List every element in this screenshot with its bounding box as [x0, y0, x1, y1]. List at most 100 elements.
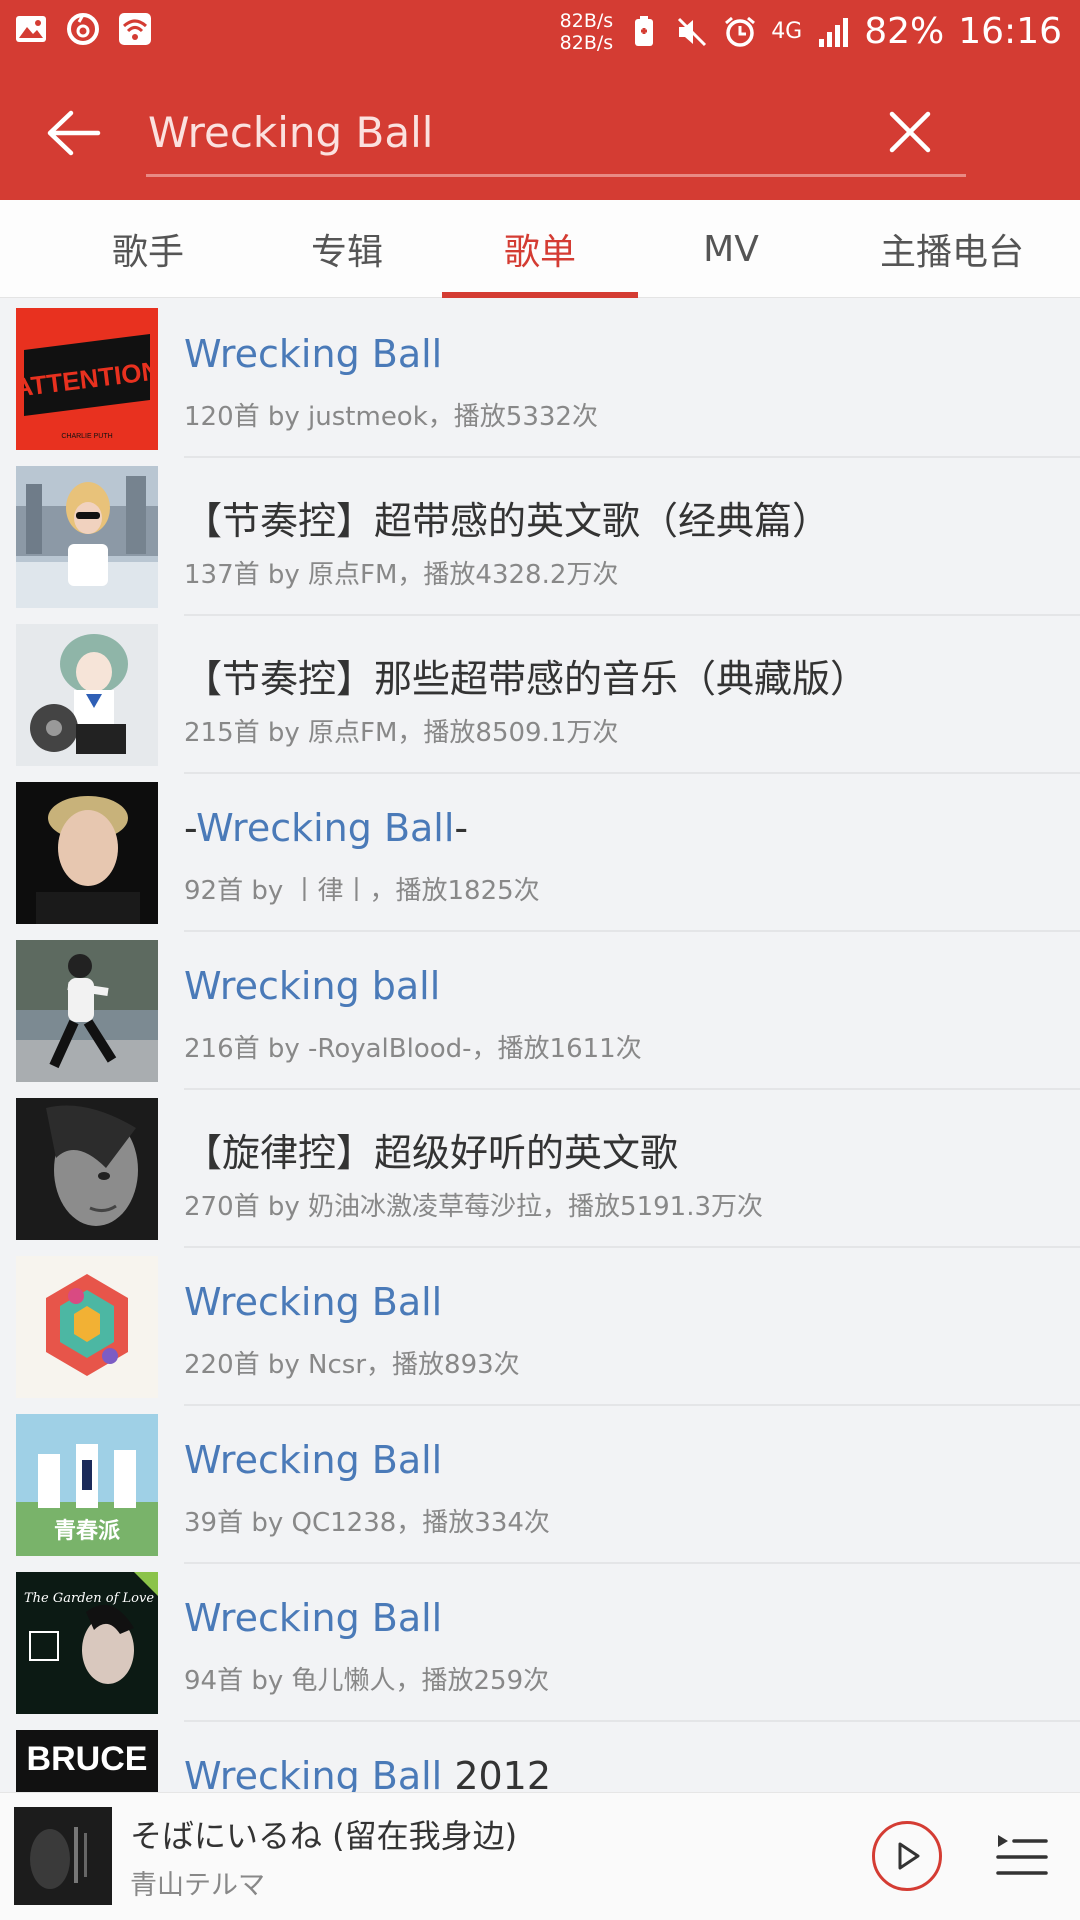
net-speed-down: 82B/s [559, 32, 614, 54]
tab-singer[interactable]: 歌手 [44, 200, 252, 298]
playlist-meta: 92首 by 丨律丨，播放1825次 [184, 876, 540, 906]
playlist-cover [16, 1256, 158, 1398]
playlist-meta: 120首 by justmeok，播放5332次 [184, 402, 598, 432]
playlist-meta: 270首 by 奶油冰激凌草莓沙拉，播放5191.3万次 [184, 1192, 764, 1222]
tab-album[interactable]: 专辑 [252, 200, 442, 298]
close-icon [889, 111, 931, 153]
list-item[interactable]: The Garden of Love Wrecking Ball 94首 by … [0, 1564, 1080, 1722]
playlist-cover [16, 466, 158, 608]
back-button[interactable] [36, 100, 110, 166]
playlist-cover [16, 940, 158, 1082]
cover-text-garden: The Garden of Love [24, 1591, 154, 1606]
cover-image [16, 624, 158, 766]
status-bar: 82B/s 82B/s 4G 82% 16:16 [0, 0, 1080, 64]
playlist-cover: ATTENTION CHARLIE PUTH [16, 308, 158, 450]
cover-image: The Garden of Love [16, 1572, 158, 1714]
title-highlight: Wrecking Ball [184, 1280, 443, 1324]
playlist-meta: 94首 by 龟儿懒人，播放259次 [184, 1666, 550, 1696]
status-left [14, 12, 152, 46]
playlist-meta: 220首 by Ncsr，播放893次 [184, 1350, 520, 1380]
title-highlight: Wrecking Ball [184, 332, 443, 376]
title-highlight: Wrecking Ball [184, 1438, 443, 1482]
playlist-cover: 青春派 [16, 1414, 158, 1556]
mini-player[interactable]: そばにいるね (留在我身边) 青山テルマ [0, 1792, 1080, 1920]
alarm-icon [725, 16, 756, 47]
playlist-queue-icon [996, 1835, 1048, 1875]
cover-image: ATTENTION CHARLIE PUTH [16, 308, 158, 450]
wifi-icon [119, 13, 151, 45]
tab-mv[interactable]: MV [638, 200, 824, 298]
cover-image [16, 940, 158, 1082]
list-item[interactable]: Wrecking Ball 220首 by Ncsr，播放893次 [0, 1248, 1080, 1406]
image-icon [16, 16, 46, 42]
clock: 16:16 [958, 11, 1062, 52]
playlist-cover [16, 1098, 158, 1240]
title-prefix: 【节奏控】超带感的英文歌（经典篇） [184, 499, 831, 543]
title-highlight: Wrecking Ball [184, 1596, 443, 1640]
title-highlight: Wrecking Ball [196, 806, 455, 850]
back-arrow-icon [47, 110, 101, 156]
title-suffix: - [454, 806, 469, 850]
playlist-cover [16, 624, 158, 766]
battery-level: 82% [864, 11, 945, 52]
list-item[interactable]: -Wrecking Ball- 92首 by 丨律丨，播放1825次 [0, 774, 1080, 932]
status-right: 82B/s 82B/s 4G 82% 16:16 [560, 8, 1062, 56]
category-tabs: 歌手 专辑 歌单 MV 主播电台 [0, 200, 1080, 298]
search-underline [146, 174, 966, 177]
playlist-cover: The Garden of Love [16, 1572, 158, 1714]
playlist-meta: 216首 by -RoyalBlood-，播放1611次 [184, 1034, 642, 1064]
clear-search-button[interactable] [880, 102, 940, 162]
play-icon [898, 1842, 920, 1870]
search-input[interactable] [148, 100, 928, 164]
title-highlight: Wrecking ball [184, 964, 441, 1008]
title-prefix: - [184, 806, 197, 850]
playlist-title: 【节奏控】超带感的英文歌（经典篇） [184, 490, 830, 545]
cover-text-charlie: CHARLIE PUTH [61, 433, 112, 440]
cover-text-qingchun: 青春派 [54, 1519, 120, 1544]
playlist-title: 【旋律控】超级好听的英文歌 [184, 1122, 678, 1177]
playlist-cover [16, 782, 158, 924]
net-speed: 82B/s 82B/s [560, 10, 614, 54]
playlist-title: Wrecking Ball [184, 1596, 442, 1640]
now-playing-title: そばにいるね (留在我身边) [130, 1817, 518, 1855]
tab-radio[interactable]: 主播电台 [824, 200, 1080, 298]
playlist-meta: 137首 by 原点FM，播放4328.2万次 [184, 560, 619, 590]
play-button[interactable] [872, 1821, 942, 1891]
list-item[interactable]: 【节奏控】那些超带感的音乐（典藏版） 215首 by 原点FM，播放8509.1… [0, 616, 1080, 774]
network-type: 4G [771, 19, 803, 44]
now-playing-cover[interactable] [14, 1807, 112, 1905]
playlist-title: Wrecking Ball [184, 332, 442, 376]
playlist-meta: 215首 by 原点FM，播放8509.1万次 [184, 718, 619, 748]
playlist-queue-button[interactable] [994, 1829, 1050, 1885]
tab-playlist[interactable]: 歌单 [442, 200, 638, 298]
cover-text-bruce: BRUCE [27, 1740, 148, 1778]
playlist-title: Wrecking Ball [184, 1438, 442, 1482]
title-prefix: 【旋律控】超级好听的英文歌 [184, 1131, 679, 1175]
list-item[interactable]: 青春派 Wrecking Ball 39首 by QC1238，播放334次 [0, 1406, 1080, 1564]
list-item[interactable]: 【节奏控】超带感的英文歌（经典篇） 137首 by 原点FM，播放4328.2万… [0, 458, 1080, 616]
cover-image [14, 1807, 112, 1905]
screen: 82B/s 82B/s 4G 82% 16:16 Wrecking Ball 歌… [0, 0, 1080, 1920]
title-prefix: 【节奏控】那些超带感的音乐（典藏版） [184, 657, 869, 701]
net-speed-up: 82B/s [559, 10, 614, 32]
search-bar [0, 86, 1080, 184]
cover-image [16, 782, 158, 924]
now-playing-artist: 青山テルマ [130, 1870, 265, 1901]
playlist-title: 【节奏控】那些超带感的音乐（典藏版） [184, 648, 868, 703]
cover-image [16, 1098, 158, 1240]
list-item[interactable]: Wrecking ball 216首 by -RoyalBlood-，播放161… [0, 932, 1080, 1090]
battery-saver-icon [635, 16, 654, 46]
signal-icon [819, 18, 849, 47]
playlist-title: -Wrecking Ball- [184, 806, 468, 850]
cover-image [16, 466, 158, 608]
netease-icon [67, 13, 99, 45]
mute-icon [678, 17, 707, 47]
playlist-meta: 39首 by QC1238，播放334次 [184, 1508, 550, 1538]
cover-image [16, 1256, 158, 1398]
playlist-results: ATTENTION CHARLIE PUTH Wrecking Ball 120… [0, 300, 1080, 1880]
app-header: 82B/s 82B/s 4G 82% 16:16 Wrecking Ball [0, 0, 1080, 200]
list-item[interactable]: 【旋律控】超级好听的英文歌 270首 by 奶油冰激凌草莓沙拉，播放5191.3… [0, 1090, 1080, 1248]
playlist-title: Wrecking ball [184, 964, 440, 1008]
list-item[interactable]: ATTENTION CHARLIE PUTH Wrecking Ball 120… [0, 300, 1080, 458]
cover-image: 青春派 [16, 1414, 158, 1556]
